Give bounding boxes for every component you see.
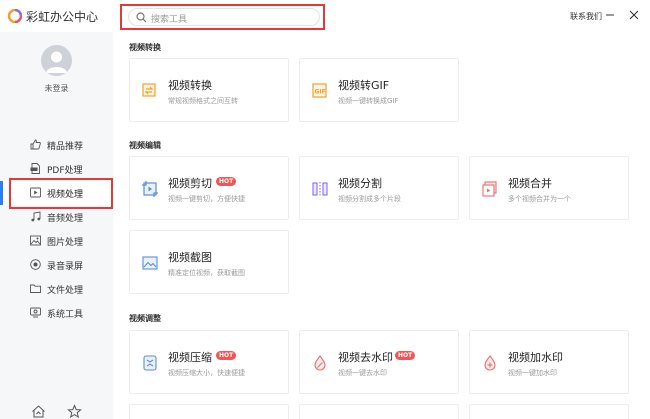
- search-highlight: 搜索工具: [120, 4, 325, 30]
- sidebar-item-label: 系统工具: [47, 310, 84, 320]
- tool-card-remove-watermark[interactable]: 视频去水印 HOT 视频一键去水印: [299, 330, 459, 394]
- app-title: 彩虹办公中心: [26, 10, 99, 24]
- tool-card-add-watermark[interactable]: 视频加水印 视频一键加水印: [469, 330, 629, 394]
- sidebar-item-label: 图片处理: [47, 238, 84, 248]
- convert-icon: [142, 83, 156, 97]
- card-title: 视频截图: [168, 251, 212, 264]
- card-desc: 视频一键加水印: [508, 369, 557, 377]
- card-title: 视频合并: [508, 177, 552, 190]
- card-title: 视频转换: [168, 79, 212, 92]
- merge-icon: [482, 181, 497, 197]
- tool-card-video-split[interactable]: 视频分割 视频分割成多个片段: [299, 156, 459, 220]
- avatar[interactable]: [41, 45, 72, 76]
- tool-card-video-compress[interactable]: 视频压缩 HOT 视频压缩大小，快速便捷: [129, 330, 289, 394]
- card-title: 视频加水印: [508, 351, 563, 364]
- image-icon: [30, 235, 41, 246]
- card-desc: 视频一键剪切，方便快捷: [168, 195, 245, 203]
- app-window: 彩虹办公中心 搜索工具 联系我们 未登录 精品推荐 PDF处理 视频处理 音频处…: [0, 0, 650, 419]
- card-title: 视频去水印: [338, 351, 393, 364]
- music-note-icon: [31, 211, 41, 222]
- card-desc: 多个视频合并为一个: [508, 195, 571, 203]
- tool-card-video-to-gif[interactable]: GIF 视频转GIF 视频一键转换成GIF: [299, 58, 459, 122]
- card-title: 视频分割: [338, 177, 382, 190]
- card-desc: 视频分割成多个片段: [338, 195, 401, 203]
- sidebar-item-label: 录音录屏: [47, 262, 84, 272]
- tool-card-video-cut[interactable]: 视频剪切 HOT 视频一键剪切，方便快捷: [129, 156, 289, 220]
- tool-card-video-screenshot[interactable]: 视频截图 精准定位视频，获取截图: [129, 230, 289, 294]
- card-title: 视频压缩: [168, 351, 212, 364]
- card-desc: 常规视频格式之间互转: [168, 97, 238, 105]
- card-desc: 视频压缩大小，快速便捷: [168, 369, 245, 377]
- folder-icon: [30, 284, 41, 293]
- sidebar-item-recommend[interactable]: 精品推荐: [0, 133, 113, 157]
- login-status[interactable]: 未登录: [0, 83, 113, 94]
- record-icon: [30, 259, 41, 270]
- search-icon: [136, 12, 147, 23]
- section-title: 视频编辑: [129, 141, 161, 150]
- home-icon[interactable]: [31, 404, 46, 419]
- cut-icon: [142, 181, 158, 197]
- active-indicator: [0, 181, 3, 205]
- screenshot-icon: [142, 256, 158, 270]
- compress-icon: [143, 355, 157, 371]
- remove-watermark-icon: [314, 355, 326, 371]
- gif-icon: GIF: [312, 83, 327, 98]
- card-desc: 视频一键去水印: [338, 369, 387, 377]
- section-title: 视频转换: [129, 43, 161, 52]
- sidebar-item-system[interactable]: 系统工具: [0, 301, 113, 325]
- hot-badge: HOT: [216, 351, 237, 360]
- card-title: 视频转GIF: [338, 79, 390, 92]
- sidebar-item-file[interactable]: 文件处理: [0, 277, 113, 301]
- main-content: 视频转换 视频转换 常规视频格式之间互转 GIF 视频转GIF 视频一键转换成G…: [113, 32, 650, 419]
- nav-highlight: [9, 178, 113, 209]
- add-watermark-icon: [484, 355, 496, 371]
- app-logo-icon: [8, 9, 22, 23]
- section-title: 视频调整: [129, 314, 161, 323]
- user-icon: [46, 51, 67, 73]
- sidebar-item-record[interactable]: 录音录屏: [0, 253, 113, 277]
- title-bar: 彩虹办公中心 搜索工具 联系我们: [0, 0, 650, 32]
- search-placeholder: 搜索工具: [151, 15, 188, 25]
- sidebar-item-label: PDF处理: [47, 166, 83, 176]
- tool-card-video-merge[interactable]: 视频合并 多个视频合并为一个: [469, 156, 629, 220]
- contact-us-link[interactable]: 联系我们: [570, 11, 602, 22]
- tool-card-partial[interactable]: [299, 404, 459, 419]
- sidebar-item-image[interactable]: 图片处理: [0, 229, 113, 253]
- card-desc: 精准定位视频，获取截图: [168, 269, 245, 277]
- sidebar-item-label: 精品推荐: [47, 142, 84, 152]
- tool-card-partial[interactable]: [129, 404, 289, 419]
- sidebar-item-label: 音频处理: [47, 214, 84, 224]
- monitor-icon: [30, 307, 41, 318]
- split-icon: [312, 182, 328, 196]
- sidebar-item-label: 文件处理: [47, 286, 84, 296]
- hot-badge: HOT: [395, 351, 416, 360]
- card-desc: 视频一键转换成GIF: [338, 97, 399, 105]
- star-icon[interactable]: [67, 404, 82, 419]
- minimize-icon[interactable]: [604, 9, 616, 21]
- pdf-file-icon: [30, 163, 40, 174]
- search-input[interactable]: 搜索工具: [128, 8, 320, 26]
- svg-text:GIF: GIF: [315, 89, 326, 96]
- thumbs-up-icon: [30, 139, 41, 150]
- card-title: 视频剪切: [168, 177, 212, 190]
- tool-card-partial[interactable]: [469, 404, 629, 419]
- hot-badge: HOT: [216, 177, 237, 186]
- tool-card-video-convert[interactable]: 视频转换 常规视频格式之间互转: [129, 58, 289, 122]
- sidebar: 未登录 精品推荐 PDF处理 视频处理 音频处理 图片处理 录音录屏 文件处理 …: [0, 32, 113, 419]
- close-icon[interactable]: [628, 9, 640, 21]
